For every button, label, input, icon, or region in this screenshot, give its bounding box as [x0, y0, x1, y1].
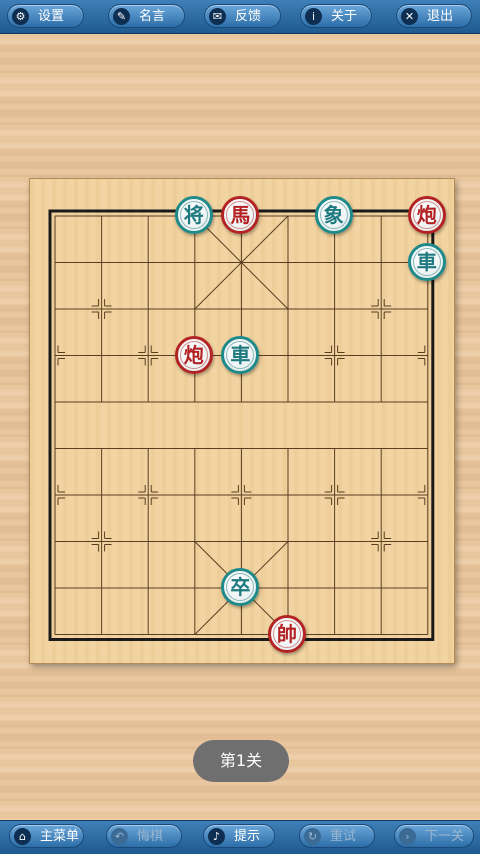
exit-label: 退出: [427, 9, 454, 24]
speech-bubble-icon: ✎: [113, 8, 130, 25]
hint-label: 提示: [234, 829, 261, 844]
undo-icon: ↶: [111, 828, 128, 845]
piece-green[interactable]: 将: [174, 196, 213, 234]
main-menu-button[interactable]: ⌂ 主菜单: [9, 824, 84, 848]
close-icon: ✕: [401, 8, 418, 25]
settings-label: 设置: [38, 9, 65, 24]
piece-green[interactable]: 象: [314, 196, 353, 234]
feedback-button[interactable]: ✉ 反馈: [204, 4, 281, 28]
piece-red[interactable]: 炮: [407, 196, 446, 234]
bell-icon: ♪: [208, 828, 225, 845]
settings-button[interactable]: ⚙ 设置: [7, 4, 84, 28]
about-label: 关于: [331, 9, 358, 24]
level-indicator: 第1关: [193, 740, 289, 782]
retry-button[interactable]: ↻ 重试: [299, 824, 375, 848]
envelope-icon: ✉: [209, 8, 226, 25]
piece-green[interactable]: 車: [407, 242, 446, 281]
info-icon: i: [305, 8, 322, 25]
retry-label: 重试: [330, 829, 357, 844]
hint-button[interactable]: ♪ 提示: [203, 824, 275, 848]
next-level-button[interactable]: › 下一关: [394, 824, 474, 848]
quotes-label: 名言: [139, 9, 166, 24]
main-menu-label: 主菜单: [40, 829, 80, 844]
home-icon: ⌂: [14, 828, 31, 845]
undo-button[interactable]: ↶ 悔棋: [106, 824, 182, 848]
about-button[interactable]: i 关于: [300, 4, 372, 28]
piece-green[interactable]: 車: [221, 335, 260, 374]
piece-red[interactable]: 帥: [268, 614, 306, 653]
gear-icon: ⚙: [12, 8, 29, 25]
refresh-icon: ↻: [304, 828, 321, 845]
piece-red[interactable]: 炮: [174, 335, 213, 374]
next-level-label: 下一关: [425, 829, 465, 844]
arrow-right-icon: ›: [399, 828, 416, 845]
quotes-button[interactable]: ✎ 名言: [108, 4, 185, 28]
undo-label: 悔棋: [137, 829, 164, 844]
feedback-label: 反馈: [235, 9, 262, 24]
exit-button[interactable]: ✕ 退出: [396, 4, 472, 28]
